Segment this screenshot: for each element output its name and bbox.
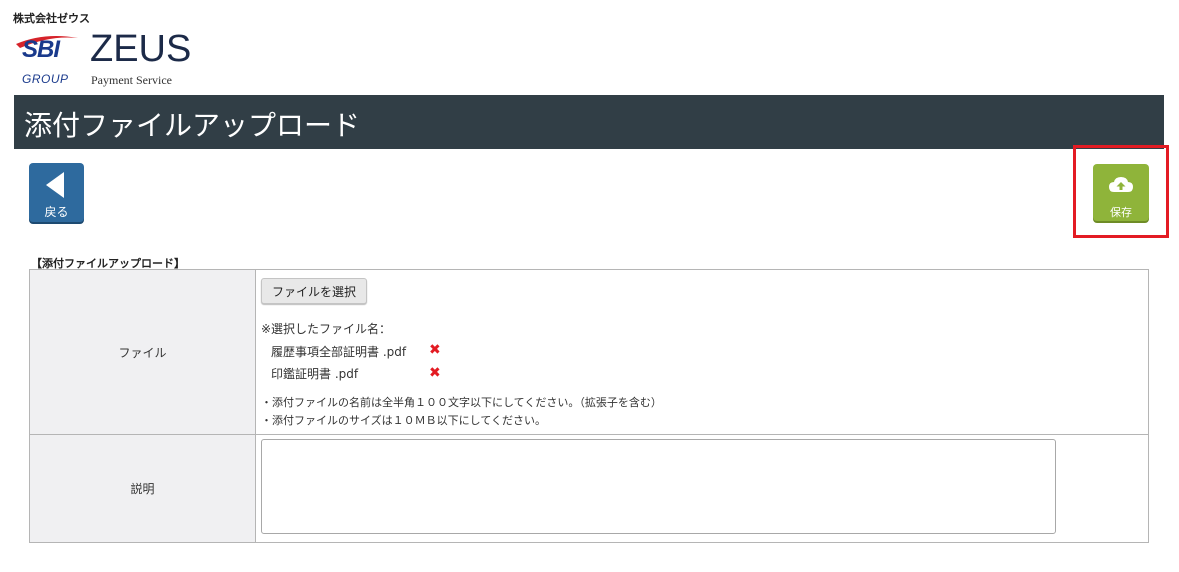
save-button-label: 保存 (1110, 206, 1132, 219)
group-logo-text: GROUP (22, 72, 69, 86)
selected-files-label: ※選択したファイル名： (261, 322, 392, 336)
delete-file-icon[interactable]: ✖ (429, 342, 441, 358)
payment-service-text: Payment Service (91, 73, 172, 87)
zeus-logo: SBI GROUP ZEUS Payment Service (14, 28, 194, 90)
arrow-left-icon (46, 172, 64, 198)
description-textarea[interactable] (261, 439, 1056, 534)
page-title: 添付ファイルアップロード (24, 109, 361, 142)
description-row-cell (255, 434, 1149, 543)
upload-form-table: ファイル ファイルを選択 ※選択したファイル名： 履歴事項全部証明書 .pdf … (29, 269, 1149, 543)
page-title-bar: 添付ファイルアップロード (14, 95, 1164, 149)
description-row-label: 説明 (29, 434, 256, 543)
delete-file-icon[interactable]: ✖ (429, 365, 441, 381)
company-name: 株式会社ゼウス (13, 12, 90, 25)
file-row-cell: ファイルを選択 ※選択したファイル名： 履歴事項全部証明書 .pdf ✖ 印鑑証… (255, 269, 1149, 435)
zeus-logo-text: ZEUS (90, 28, 192, 70)
selected-file-name: 履歴事項全部証明書 .pdf (271, 345, 407, 359)
back-button-label: 戻る (44, 205, 69, 219)
choose-file-button[interactable]: ファイルを選択 (261, 278, 367, 304)
filesize-note: ・添付ファイルのサイズは１０ＭＢ以下にしてください。 (261, 414, 547, 427)
filename-length-note: ・添付ファイルの名前は全半角１００文字以下にしてください。（拡張子を含む） (261, 396, 662, 409)
sbi-logo-text: SBI (22, 36, 60, 63)
selected-file-name: 印鑑証明書 .pdf (271, 367, 359, 381)
back-button[interactable]: 戻る (29, 163, 84, 222)
save-button[interactable]: 保存 (1093, 164, 1149, 221)
cloud-upload-icon (1109, 177, 1133, 192)
file-row: ファイル ファイルを選択 ※選択したファイル名： 履歴事項全部証明書 .pdf … (29, 269, 1149, 435)
file-row-label: ファイル (29, 269, 256, 435)
description-row: 説明 (29, 434, 1149, 543)
